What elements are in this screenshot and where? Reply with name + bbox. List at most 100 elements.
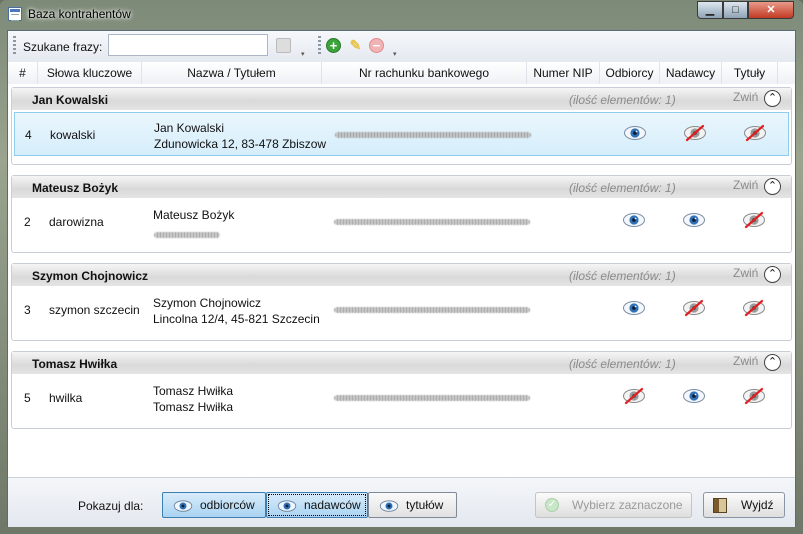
titles-eye-icon[interactable] (742, 387, 766, 405)
title-bar[interactable]: Baza kontrahentów ▁ □ ✕ (0, 0, 803, 30)
column-header: # Słowa kluczowe Nazwa / Tytułem Nr rach… (8, 62, 795, 85)
search-input[interactable] (108, 34, 268, 56)
row-keyword: darowizna (49, 215, 104, 229)
col-keywords[interactable]: Słowa kluczowe (38, 62, 142, 84)
group-count: (ilość elementów: 1) (569, 93, 676, 107)
recipients-eye-icon[interactable] (622, 299, 646, 317)
row-name-line1: Mateusz Bożyk (153, 208, 235, 222)
senders-eye-icon[interactable] (682, 211, 706, 229)
row-name-line2: Tomasz Hwiłka (153, 400, 234, 414)
clear-search-icon[interactable] (276, 38, 291, 53)
recipients-eye-icon[interactable] (622, 211, 646, 229)
group-jan-kowalski: Jan Kowalski (ilość elementów: 1) Zwiń ⌃… (11, 87, 792, 165)
collapse-label[interactable]: Zwiń (733, 90, 758, 104)
select-marked-label: Wybierz zaznaczone (572, 498, 683, 512)
col-titles[interactable]: Tytuły (722, 62, 778, 84)
row-name-line1: Tomasz Hwiłka (153, 384, 234, 398)
table-row[interactable]: 4 kowalski Jan Kowalski Zdunowicka 12, 83… (14, 112, 789, 156)
collapse-chevron-icon[interactable]: ⌃ (764, 90, 781, 107)
edit-icon[interactable]: ✎ (348, 38, 363, 53)
maximize-button[interactable]: □ (723, 1, 748, 19)
group-name: Szymon Chojnowicz (32, 269, 149, 283)
group-count: (ilość elementów: 1) (569, 357, 676, 371)
collapse-chevron-icon[interactable]: ⌃ (764, 354, 781, 371)
client-area: Szukane frazy: ▾ + ✎ − ▾ # Słowa kluczow… (7, 30, 796, 527)
row-keyword: hwilka (49, 391, 83, 405)
titles-eye-icon[interactable] (743, 124, 767, 142)
window-title: Baza kontrahentów (28, 7, 131, 21)
col-name[interactable]: Nazwa / Tytułem (142, 62, 322, 84)
toolbar-overflow-icon-2[interactable]: ▾ (393, 51, 400, 59)
table-row[interactable]: 2 darowizna Mateusz Bożyk (14, 200, 789, 244)
toolbar-overflow-icon[interactable]: ▾ (301, 51, 308, 59)
group-count: (ilość elementów: 1) (569, 269, 676, 283)
add-icon[interactable]: + (326, 38, 341, 53)
row-name-line1: Szymon Chojnowicz (153, 296, 262, 310)
toolbar-grip-2[interactable] (318, 36, 321, 56)
exit-door-icon (713, 498, 727, 513)
toolbar: Szukane frazy: ▾ + ✎ − ▾ (8, 31, 795, 63)
recipients-toggle[interactable]: odbiorców (162, 492, 266, 518)
collapse-chevron-icon[interactable]: ⌃ (764, 178, 781, 195)
check-icon: ✓ (545, 498, 559, 512)
group-header[interactable]: Szymon Chojnowicz (ilość elementów: 1) Z… (12, 264, 791, 286)
redacted-account (334, 395, 530, 401)
col-id[interactable]: # (8, 62, 38, 84)
senders-toggle-label: nadawców (304, 498, 361, 512)
group-name: Mateusz Bożyk (32, 181, 119, 195)
row-name-line2: Lincolna 12/4, 45-821 Szczecin (153, 312, 320, 326)
titles-eye-icon[interactable] (742, 211, 766, 229)
minimize-button[interactable]: ▁ (697, 1, 723, 19)
row-name-line2: Zdunowicka 12, 83-478 Zbiszow (154, 137, 327, 151)
collapse-label[interactable]: Zwiń (733, 178, 758, 192)
row-name: Jan Kowalski Zdunowicka 12, 83-478 Zbiszo… (154, 120, 326, 152)
senders-eye-icon[interactable] (682, 299, 706, 317)
senders-toggle[interactable]: nadawców (266, 492, 368, 518)
exit-button[interactable]: Wyjdź (703, 492, 785, 518)
toolbar-grip[interactable] (13, 36, 16, 56)
group-name: Jan Kowalski (32, 93, 109, 107)
eye-icon (173, 500, 193, 512)
collapse-label[interactable]: Zwiń (733, 266, 758, 280)
delete-icon[interactable]: − (369, 38, 384, 53)
col-senders[interactable]: Nadawcy (660, 62, 722, 84)
table-icon (8, 7, 22, 21)
row-id: 3 (24, 303, 31, 317)
group-header[interactable]: Mateusz Bożyk (ilość elementów: 1) Zwiń … (12, 176, 791, 198)
close-button[interactable]: ✕ (748, 1, 794, 19)
exit-label: Wyjdź (741, 498, 774, 512)
footer-bar: Pokazuj dla: odbiorców nadawców tytułów … (8, 477, 795, 527)
recipients-eye-icon[interactable] (623, 124, 647, 142)
select-marked-button[interactable]: ✓ Wybierz zaznaczone (535, 492, 692, 518)
row-id: 2 (24, 215, 31, 229)
collapse-label[interactable]: Zwiń (733, 354, 758, 368)
contractor-list: Jan Kowalski (ilość elementów: 1) Zwiń ⌃… (8, 84, 795, 477)
show-for-label: Pokazuj dla: (78, 499, 144, 513)
app-window: Baza kontrahentów ▁ □ ✕ Szukane frazy: ▾… (0, 0, 803, 534)
eye-icon (277, 500, 297, 512)
redacted-account (334, 219, 530, 225)
group-header[interactable]: Tomasz Hwiłka (ilość elementów: 1) Zwiń … (12, 352, 791, 374)
collapse-chevron-icon[interactable]: ⌃ (764, 266, 781, 283)
col-recipients[interactable]: Odbiorcy (600, 62, 660, 84)
row-name-line1: Jan Kowalski (154, 121, 225, 135)
row-name: Szymon Chojnowicz Lincolna 12/4, 45-821 S… (153, 295, 320, 327)
recipients-eye-icon[interactable] (622, 387, 646, 405)
senders-eye-icon[interactable] (682, 387, 706, 405)
group-header[interactable]: Jan Kowalski (ilość elementów: 1) Zwiń ⌃ (12, 88, 791, 110)
group-tomasz-hwilka: Tomasz Hwiłka (ilość elementów: 1) Zwiń … (11, 351, 792, 429)
redacted-address (154, 232, 220, 238)
table-row[interactable]: 5 hwilka Tomasz Hwiłka Tomasz Hwiłka (14, 376, 789, 420)
col-nip[interactable]: Numer NIP (527, 62, 600, 84)
titles-eye-icon[interactable] (742, 299, 766, 317)
table-row[interactable]: 3 szymon szczecin Szymon Chojnowicz Linco… (14, 288, 789, 332)
group-szymon-chojnowicz: Szymon Chojnowicz (ilość elementów: 1) Z… (11, 263, 792, 341)
row-keyword: kowalski (50, 128, 96, 142)
group-count: (ilość elementów: 1) (569, 181, 676, 195)
senders-eye-icon[interactable] (683, 124, 707, 142)
col-account[interactable]: Nr rachunku bankowego (322, 62, 527, 84)
redacted-account (335, 132, 531, 138)
row-name: Tomasz Hwiłka Tomasz Hwiłka (153, 383, 233, 415)
recipients-toggle-label: odbiorców (200, 498, 255, 512)
titles-toggle[interactable]: tytułów (368, 492, 457, 518)
